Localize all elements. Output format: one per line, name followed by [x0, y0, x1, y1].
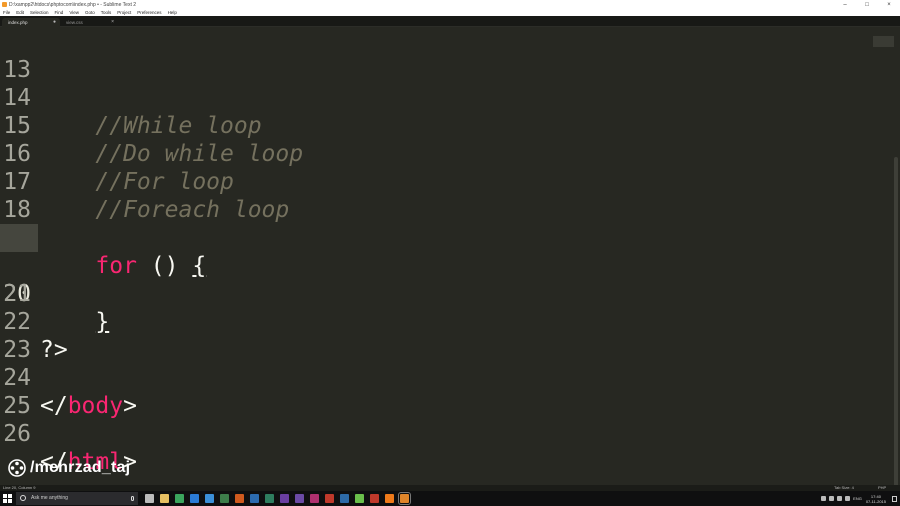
minimap-viewport[interactable] [873, 36, 894, 47]
photoshop2-icon[interactable] [340, 494, 349, 503]
notifications-icon[interactable] [892, 495, 897, 502]
code-line[interactable]: 21 } [0, 252, 870, 335]
file-explorer-icon[interactable] [160, 494, 169, 503]
network-icon[interactable] [829, 496, 835, 501]
code-line[interactable]: 16 //For loop [0, 112, 870, 195]
edge-icon[interactable] [190, 494, 199, 503]
close-tab-icon[interactable]: × [111, 18, 114, 27]
code-line[interactable]: 18 [0, 168, 870, 223]
illustrator-icon[interactable] [235, 494, 244, 503]
tab-label: view.css [66, 20, 83, 25]
windows-start-icon[interactable] [3, 494, 12, 503]
menu-view[interactable]: View [69, 9, 79, 16]
cortana-icon [20, 495, 26, 501]
film-reel-icon [8, 459, 26, 477]
dreamweaver-icon[interactable] [220, 494, 229, 503]
premiere-icon[interactable] [280, 494, 289, 503]
tab-index-php[interactable]: index.php ● [2, 18, 60, 27]
unsaved-dot-icon[interactable]: ● [53, 18, 56, 27]
tray-up-arrow-icon[interactable] [821, 496, 827, 501]
app-green-icon[interactable] [355, 494, 364, 503]
volume-icon[interactable] [837, 496, 843, 501]
line-number: 26 [3, 421, 31, 447]
indesign-icon[interactable] [310, 494, 319, 503]
xampp-icon[interactable] [385, 494, 394, 503]
code-line[interactable]: 26 </html> [0, 392, 870, 475]
system-tray: ENG 17:40 07-11-2015 [821, 491, 900, 506]
cortana-search-box[interactable]: Ask me anything [16, 492, 138, 505]
ie-icon[interactable] [205, 494, 214, 503]
menu-edit[interactable]: Edit [16, 9, 24, 16]
windows-taskbar: Ask me anything ENG 17:40 07-11-2015 [0, 491, 900, 506]
menu-goto[interactable]: Goto [85, 9, 95, 16]
code-line[interactable]: 13 [0, 28, 870, 83]
watermark: /mehrzad_taj [8, 458, 130, 478]
acrobat-icon[interactable] [325, 494, 334, 503]
taskbar-clock[interactable]: 17:40 07-11-2015 [866, 494, 886, 504]
menu-find[interactable]: Find [55, 9, 64, 16]
filezilla-icon[interactable] [370, 494, 379, 503]
menu-project[interactable]: Project [117, 9, 131, 16]
tab-strip: index.php ● view.css × [0, 16, 900, 27]
search-placeholder: Ask me anything [31, 495, 68, 501]
code-line[interactable]: 14 //While loop [0, 56, 870, 139]
code-line[interactable]: 23 [0, 308, 870, 363]
sublime-icon[interactable] [398, 492, 411, 505]
watermark-text: /mehrzad_taj [30, 459, 131, 476]
code-line[interactable]: 15 //Do while loop [0, 84, 870, 167]
vertical-scrollbar[interactable] [894, 157, 898, 487]
photoshop-icon[interactable] [250, 494, 259, 503]
code-line[interactable]: 22 ?> [0, 280, 870, 363]
after-effects-icon[interactable] [295, 494, 304, 503]
code-line-current[interactable]: 20 [0, 224, 870, 307]
task-view-icon[interactable] [145, 494, 154, 503]
menu-preferences[interactable]: Preferences [137, 9, 161, 16]
code-line[interactable]: 17 //Foreach loop [0, 140, 870, 223]
language-indicator[interactable]: ENG [853, 496, 862, 501]
code-line[interactable]: 24 </body> [0, 336, 870, 419]
menu-tools[interactable]: Tools [101, 9, 112, 16]
code-editor[interactable]: 13 14 //While loop 15 //Do while loop 16… [0, 27, 900, 487]
tab-view-css[interactable]: view.css × [60, 18, 118, 27]
microphone-icon[interactable] [131, 496, 134, 501]
menu-selection[interactable]: Selection [30, 9, 49, 16]
code-line[interactable]: 19 for () { [0, 196, 870, 279]
menu-help[interactable]: Help [168, 9, 177, 16]
chrome-icon[interactable] [175, 494, 184, 503]
sublime-app-icon [2, 2, 7, 7]
audition-icon[interactable] [265, 494, 274, 503]
battery-icon[interactable] [845, 496, 851, 501]
menu-file[interactable]: File [3, 9, 10, 16]
current-line-highlight [0, 224, 38, 252]
taskbar-apps [142, 492, 412, 505]
clock-date: 07-11-2015 [865, 498, 886, 504]
menu-bar: File Edit Selection Find View Goto Tools… [0, 9, 900, 16]
code-line[interactable]: 25 [0, 364, 870, 419]
tab-label: index.php [8, 20, 28, 25]
